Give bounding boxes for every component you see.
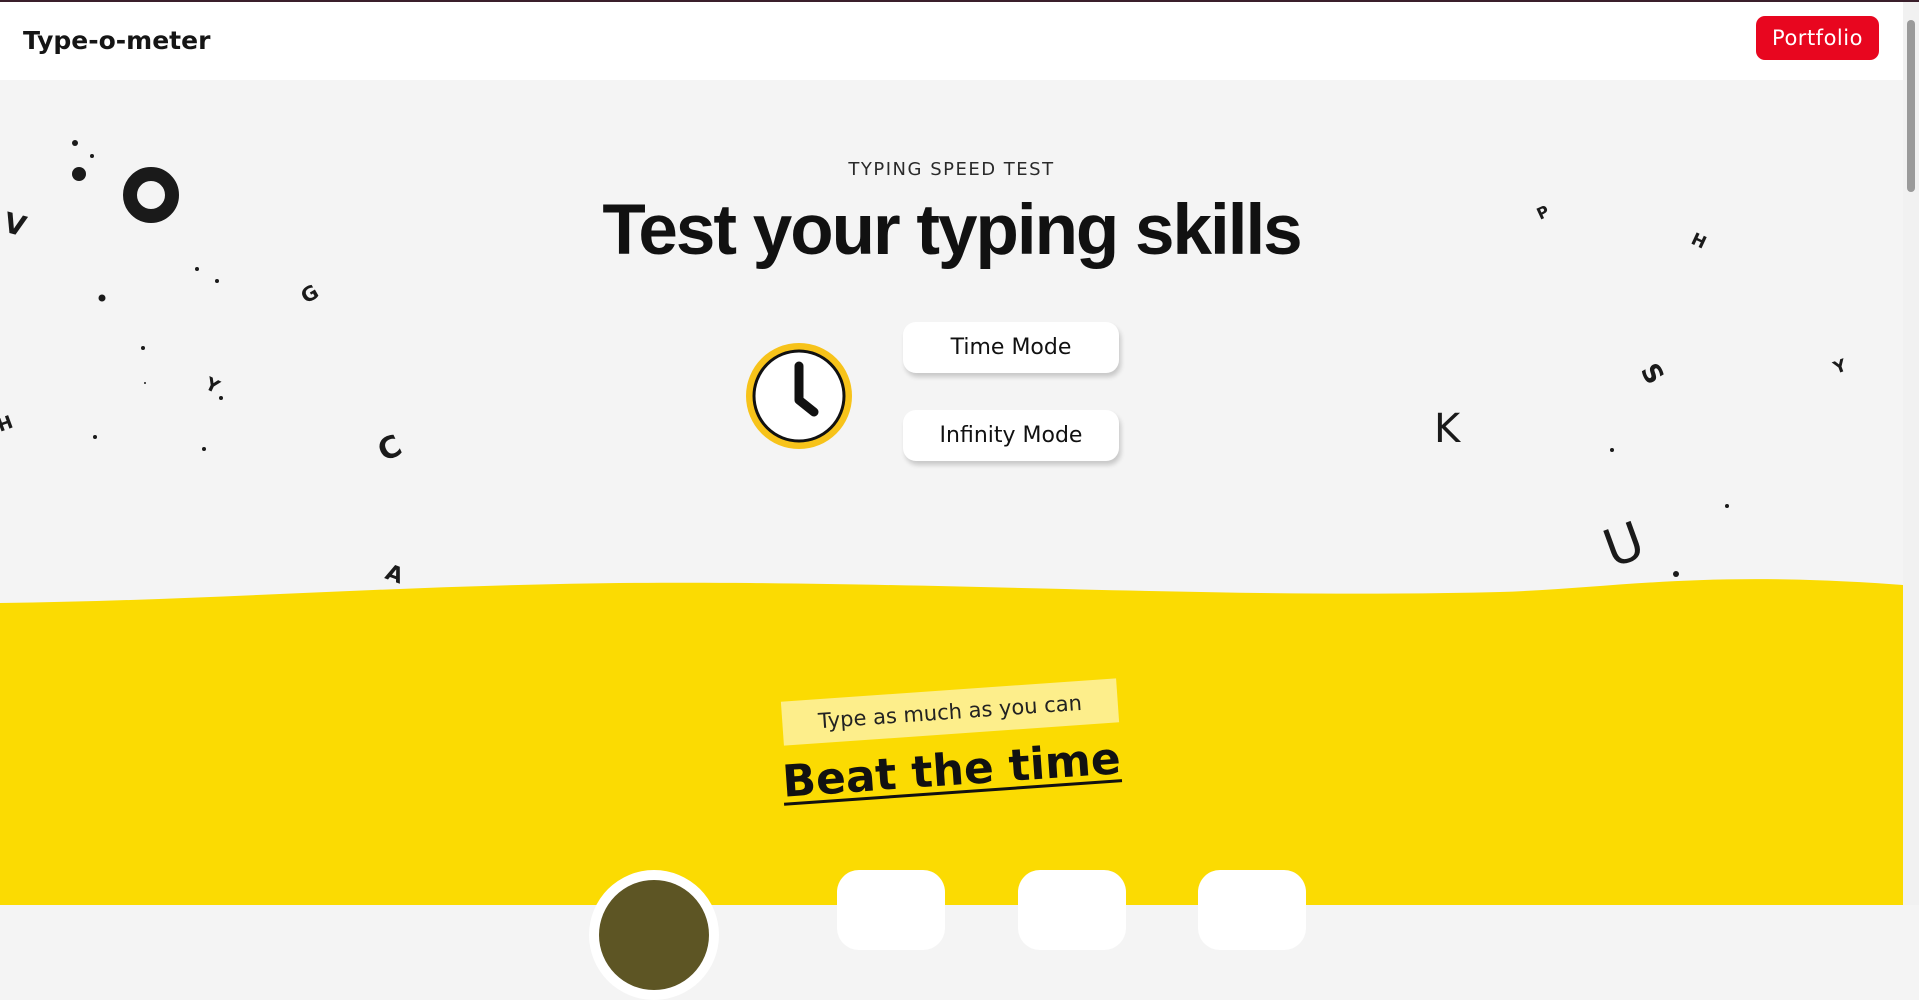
clock-icon xyxy=(742,339,856,453)
page-title: Test your typing skills xyxy=(602,191,1302,270)
stat-card xyxy=(1018,870,1126,950)
wave-divider xyxy=(0,579,1903,625)
page-scrollbar[interactable] xyxy=(1903,2,1919,905)
portfolio-button[interactable]: Portfolio xyxy=(1756,16,1879,60)
stat-card xyxy=(1198,870,1306,950)
eyebrow-label: TYPING SPEED TEST xyxy=(848,159,1055,180)
stat-card xyxy=(837,870,945,950)
infinity-mode-button[interactable]: Infinity Mode xyxy=(903,410,1119,461)
scrollbar-thumb[interactable] xyxy=(1907,20,1915,192)
brand-logo[interactable]: Type-o-meter xyxy=(23,26,210,55)
timer-badge-inner xyxy=(599,880,709,990)
navbar: Type-o-meter Portfolio xyxy=(0,2,1903,80)
time-mode-button[interactable]: Time Mode xyxy=(903,322,1119,373)
timer-badge xyxy=(589,870,719,1000)
